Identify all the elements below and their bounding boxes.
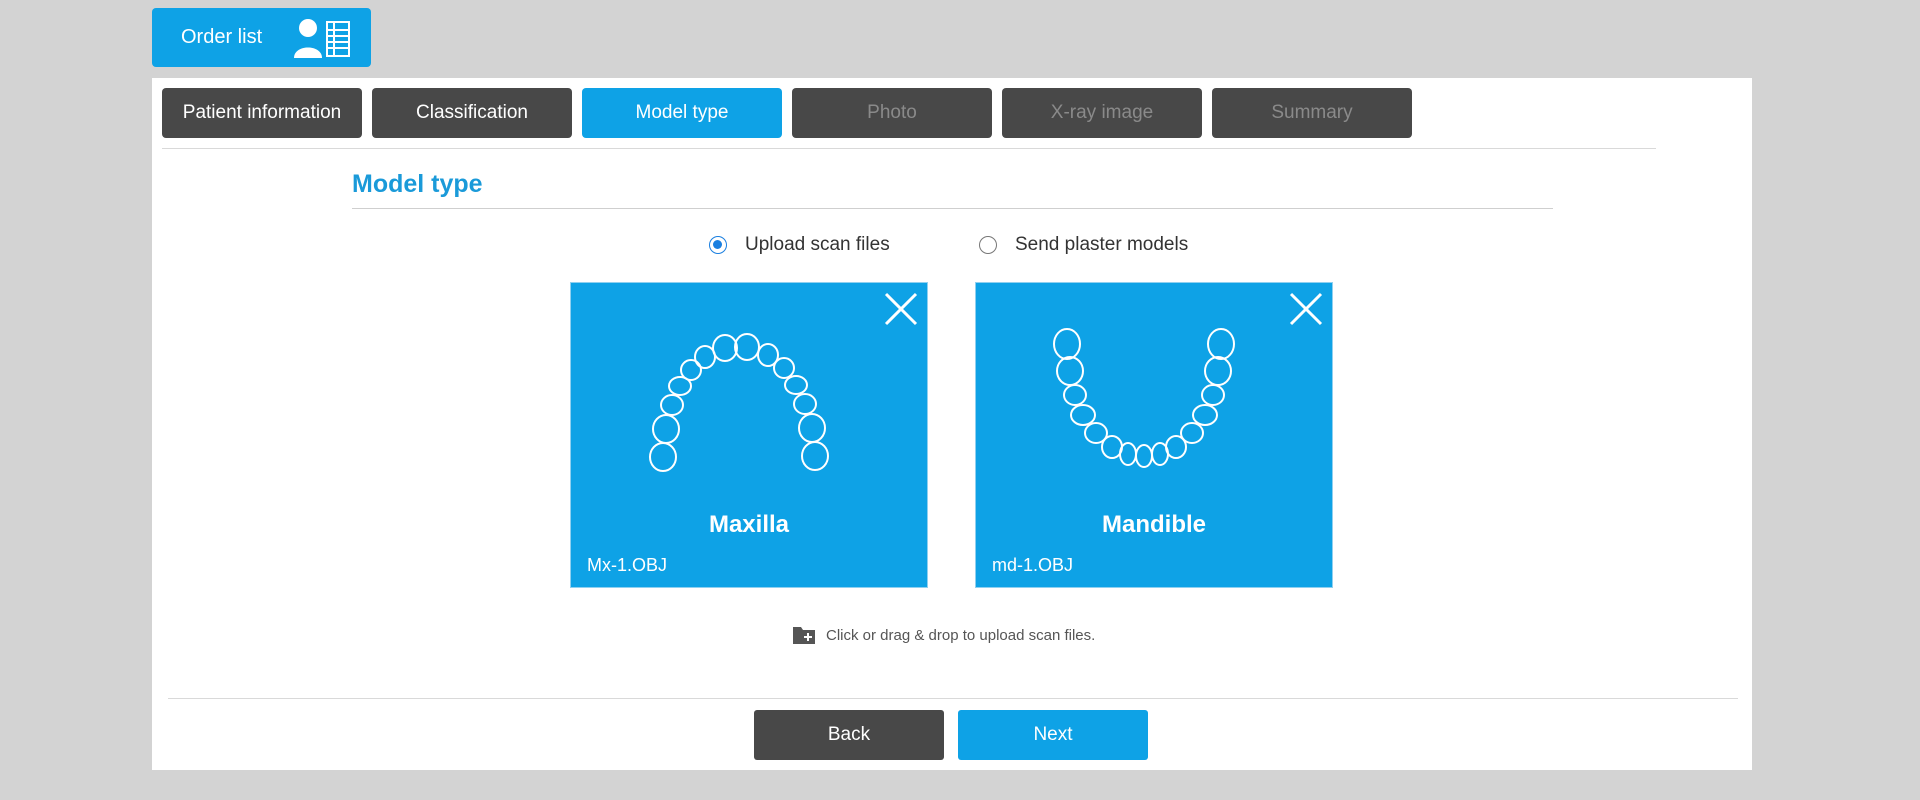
back-button[interactable]: Back — [754, 710, 944, 760]
tab-summary[interactable]: Summary — [1212, 88, 1412, 138]
maxilla-upload-card[interactable]: Maxilla Mx-1.OBJ — [570, 282, 928, 588]
maxilla-teeth-icon — [649, 333, 829, 472]
tab-model-type[interactable]: Model type — [582, 88, 782, 138]
upload-hint-text: Click or drag & drop to upload scan file… — [826, 626, 1096, 644]
tab-patient-information[interactable]: Patient information — [162, 88, 362, 138]
folder-add-icon — [793, 627, 815, 644]
option-upload-scan-files[interactable]: Upload scan files — [709, 230, 890, 260]
mandible-upload-card[interactable]: Mandible md-1.OBJ — [975, 282, 1333, 588]
upload-scan-files-label: Upload scan files — [745, 234, 890, 255]
close-icon[interactable] — [883, 291, 919, 327]
option-send-plaster-models[interactable]: Send plaster models — [979, 230, 1188, 260]
order-list-label: Order list — [181, 26, 263, 48]
tab-x-ray-image[interactable]: X-ray image — [1002, 88, 1202, 138]
send-plaster-models-label: Send plaster models — [1015, 234, 1189, 255]
mandible-teeth-icon — [1053, 328, 1235, 468]
tab-photo[interactable]: Photo — [792, 88, 992, 138]
tab-classification[interactable]: Classification — [372, 88, 572, 138]
card-title: Mandible — [1101, 511, 1206, 538]
user-list-icon — [294, 19, 350, 58]
file-name: Mx-1.OBJ — [587, 555, 668, 575]
file-name: md-1.OBJ — [992, 555, 1074, 575]
tabs-divider — [162, 148, 1656, 149]
order-list-button[interactable]: Order list — [152, 8, 371, 67]
section-divider — [352, 208, 1553, 209]
upload-scan-files-radio[interactable] — [709, 236, 727, 254]
upload-hint[interactable]: Click or drag & drop to upload scan file… — [792, 624, 1095, 646]
close-icon[interactable] — [1288, 291, 1324, 327]
order-form-panel: Patient information Classification Model… — [152, 78, 1752, 770]
section-title: Model type — [352, 170, 483, 198]
footer-divider — [168, 698, 1738, 699]
card-title: Maxilla — [708, 511, 790, 538]
send-plaster-models-radio[interactable] — [979, 236, 997, 254]
next-button[interactable]: Next — [958, 710, 1148, 760]
